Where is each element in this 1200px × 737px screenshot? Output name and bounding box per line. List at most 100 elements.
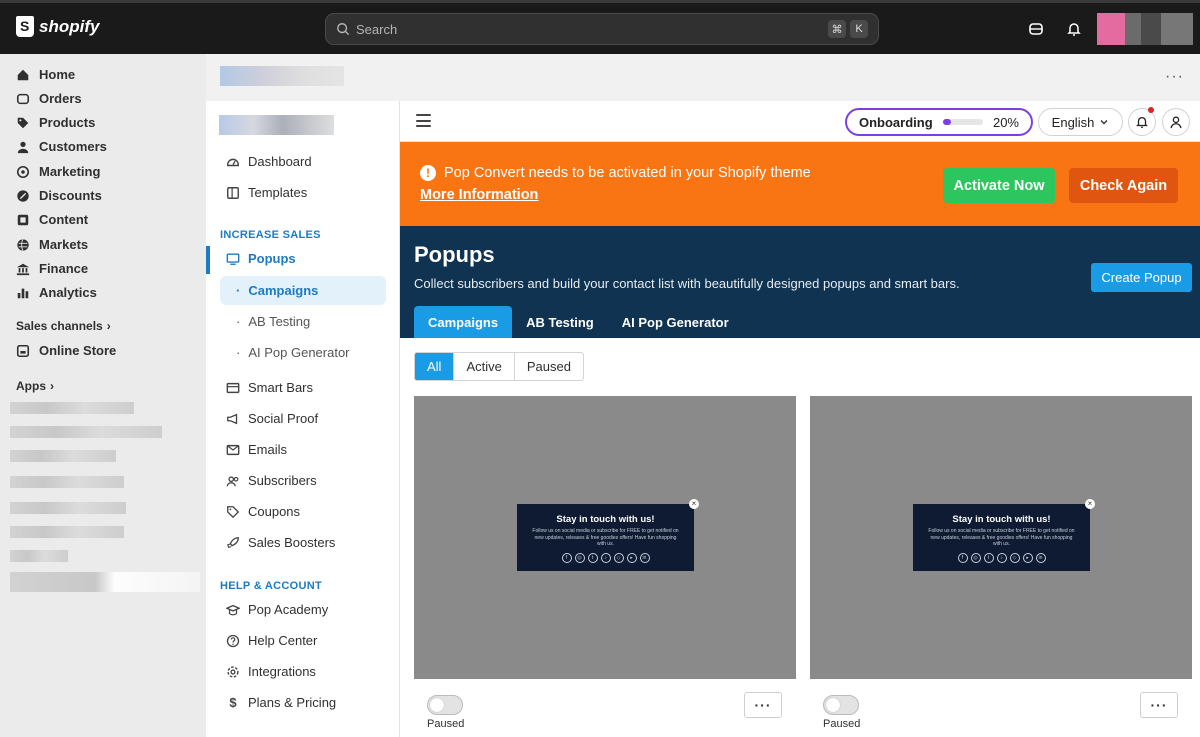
sales-channels-header[interactable]: Sales channels › <box>16 319 111 333</box>
alert-text: Pop Convert needs to be activated in you… <box>444 165 811 181</box>
campaign-menu-button[interactable]: ··· <box>1140 692 1178 718</box>
app-nav-label: Integrations <box>248 664 316 679</box>
profile-button[interactable] <box>1162 108 1190 136</box>
help-circle-icon <box>226 634 240 647</box>
tab-ai-pop-generator[interactable]: AI Pop Generator <box>608 306 743 338</box>
app-nav-help-center[interactable]: Help Center <box>226 633 317 648</box>
app-header: Onboarding 20% English <box>400 101 1200 142</box>
search-bar[interactable]: Search ⌘ K <box>325 13 879 45</box>
app-entry-blurred[interactable] <box>10 426 162 438</box>
app-nav-templates[interactable]: Templates <box>226 185 307 200</box>
create-popup-button[interactable]: Create Popup <box>1091 263 1192 292</box>
app-nav-campaigns[interactable]: · Campaigns <box>220 276 386 305</box>
campaign-toggle[interactable] <box>427 695 463 715</box>
popup-title: Stay in touch with us! <box>556 514 655 525</box>
campaign-toggle[interactable] <box>823 695 859 715</box>
top-bar: shopify Search ⌘ K <box>0 0 1200 54</box>
more-actions-icon[interactable]: ··· <box>1165 68 1184 86</box>
rocket-icon <box>227 536 239 548</box>
hamburger-menu-icon[interactable] <box>416 114 431 127</box>
app-nav-emails[interactable]: Emails <box>226 442 287 457</box>
app-nav-label: Social Proof <box>248 411 319 426</box>
linkedin-icon: in <box>639 552 650 563</box>
filter-all[interactable]: All <box>415 353 455 380</box>
instagram-icon: ◎ <box>574 552 585 563</box>
sidebar-item-markets[interactable]: Markets <box>16 237 88 252</box>
onboarding-progress-bar <box>942 119 983 125</box>
account-avatar[interactable] <box>1097 13 1193 45</box>
app-nav-smart-bars[interactable]: Smart Bars <box>226 380 313 395</box>
app-nav-coupons[interactable]: Coupons <box>226 504 300 519</box>
tab-campaigns[interactable]: Campaigns <box>414 306 513 338</box>
app-nav-label: Help Center <box>248 633 318 648</box>
shopify-logo[interactable]: shopify <box>16 16 99 37</box>
bullet-icon: · <box>236 283 241 298</box>
check-again-button[interactable]: Check Again <box>1069 168 1178 203</box>
filter-paused[interactable]: Paused <box>515 353 583 380</box>
app-nav-sales-boosters[interactable]: Sales Boosters <box>226 535 335 550</box>
app-entry-blurred[interactable] <box>10 550 68 562</box>
sidebar-item-home[interactable]: Home <box>16 67 75 82</box>
notifications-button[interactable] <box>1128 107 1156 136</box>
coupon-icon <box>227 505 240 518</box>
linkedin-icon: in <box>1035 552 1046 563</box>
sidebar-item-label: Products <box>39 115 96 130</box>
sidebar-item-orders[interactable]: Orders <box>16 91 82 106</box>
app-entry-blurred[interactable] <box>10 526 124 538</box>
sidebar-item-discounts[interactable]: Discounts <box>16 188 102 203</box>
filter-active[interactable]: Active <box>454 353 515 380</box>
app-entry-blurred[interactable] <box>10 572 200 592</box>
page-description: Collect subscribers and build your conta… <box>414 276 960 291</box>
app-nav-social-proof[interactable]: Social Proof <box>226 411 318 426</box>
sidebar-item-label: Home <box>39 67 76 82</box>
active-indicator <box>206 246 210 274</box>
tab-ab-testing[interactable]: AB Testing <box>512 306 608 338</box>
sidebar-item-label: Markets <box>39 237 89 252</box>
app-nav-label: Sales Boosters <box>248 535 336 550</box>
search-placeholder: Search <box>356 21 398 37</box>
app-entry-blurred[interactable] <box>10 502 126 514</box>
app-nav-plans-pricing[interactable]: $ Plans & Pricing <box>226 695 336 710</box>
app-entry-blurred[interactable] <box>10 450 116 462</box>
app-entry-blurred[interactable] <box>10 402 134 414</box>
campaign-menu-button[interactable]: ··· <box>744 692 782 718</box>
admin-sidebar: Home Orders Products Customers Marketing… <box>0 54 206 737</box>
discount-icon <box>17 189 29 202</box>
main-area: ··· Dashboard Templates INCREASE SALES P… <box>206 54 1200 737</box>
top-icons <box>1028 21 1082 37</box>
activation-alert: ! Pop Convert needs to be activated in y… <box>400 142 1200 226</box>
notification-dot <box>1148 107 1154 113</box>
app-nav-ai-pop-generator[interactable]: · AI Pop Generator <box>220 338 386 367</box>
bell-icon[interactable] <box>1066 21 1082 37</box>
app-nav-popups[interactable]: Popups <box>226 251 296 266</box>
sidebar-item-content[interactable]: Content <box>16 212 88 227</box>
app-nav-integrations[interactable]: Integrations <box>226 664 316 679</box>
sidebar-item-marketing[interactable]: Marketing <box>16 164 100 179</box>
campaign-status: Paused <box>427 718 465 730</box>
app-nav-pop-academy[interactable]: Pop Academy <box>226 602 328 617</box>
sidebar-item-analytics[interactable]: Analytics <box>16 285 97 300</box>
app-nav-dashboard[interactable]: Dashboard <box>226 154 312 169</box>
campaign-preview[interactable]: × Stay in touch with us! Follow us on so… <box>414 396 796 679</box>
sidebar-item-finance[interactable]: Finance <box>16 261 88 276</box>
info-icon: ! <box>420 165 436 181</box>
activate-now-button[interactable]: Activate Now <box>943 168 1055 203</box>
onboarding-progress[interactable]: Onboarding 20% <box>845 108 1033 136</box>
language-select[interactable]: English <box>1038 108 1123 136</box>
more-information-link[interactable]: More Information <box>420 187 538 203</box>
store-icon[interactable] <box>1028 21 1044 37</box>
sidebar-item-customers[interactable]: Customers <box>16 139 107 154</box>
app-entry-blurred[interactable] <box>10 476 124 488</box>
app-nav-label: Dashboard <box>248 154 312 169</box>
bullet-icon: · <box>236 345 241 360</box>
apps-header[interactable]: Apps › <box>16 379 54 393</box>
app-nav-subscribers[interactable]: Subscribers <box>226 473 317 488</box>
globe-icon <box>17 238 29 251</box>
sidebar-item-products[interactable]: Products <box>16 115 95 130</box>
app-nav-ab-testing[interactable]: · AB Testing <box>220 307 386 336</box>
sidebar-item-online-store[interactable]: Online Store <box>16 343 116 358</box>
templates-icon <box>227 186 239 199</box>
campaign-card: × Stay in touch with us! Follow us on so… <box>810 396 1192 737</box>
search-shortcut: ⌘ K <box>828 20 868 38</box>
campaign-preview[interactable]: × Stay in touch with us! Follow us on so… <box>810 396 1192 679</box>
